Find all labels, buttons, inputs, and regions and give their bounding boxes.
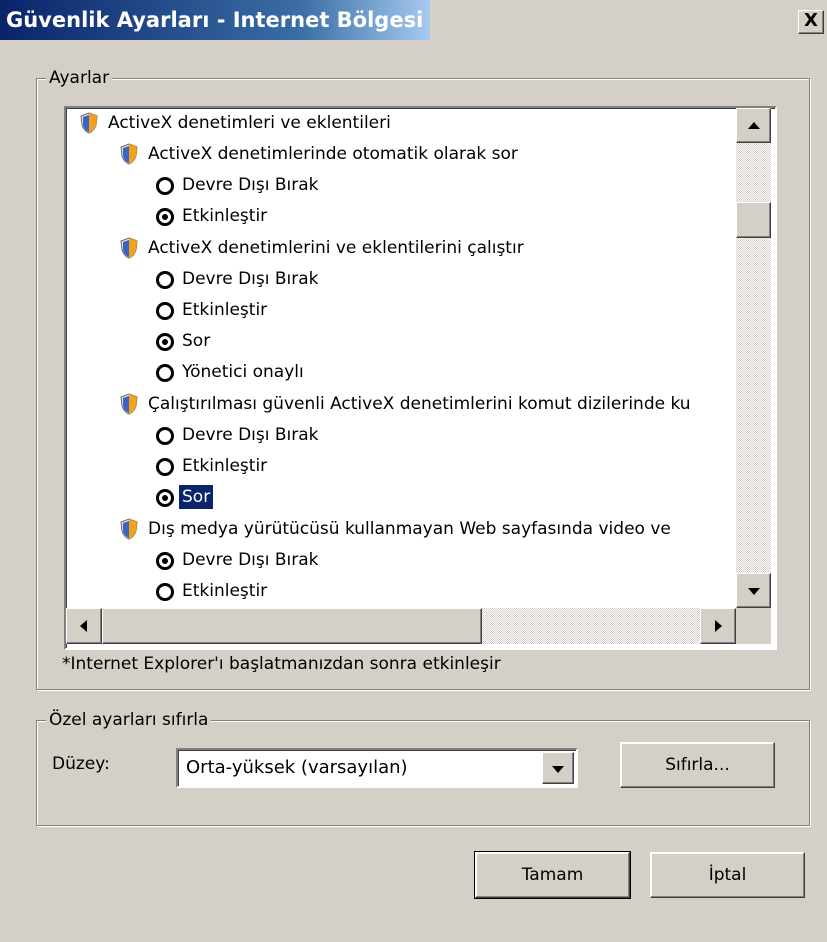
radio-icon [156, 271, 174, 289]
radio-option-label: Etkinleştir [182, 581, 268, 601]
radio-icon [156, 364, 174, 382]
radio-icon [156, 208, 174, 226]
settings-group-legend: Ayarlar [46, 68, 113, 88]
scroll-left-button[interactable] [66, 608, 102, 644]
reset-button[interactable]: Sıfırla... [620, 742, 775, 788]
chevron-down-icon [552, 766, 564, 773]
scroll-thumb[interactable] [736, 202, 771, 238]
radio-option-label: Sor [182, 331, 211, 351]
close-button[interactable]: X [798, 10, 824, 34]
radio-icon [156, 177, 174, 195]
dropdown-button[interactable] [542, 752, 574, 784]
level-label: Düzey: [52, 754, 110, 774]
level-dropdown-value: Orta-yüksek (varsayılan) [186, 757, 408, 778]
horizontal-scrollbar[interactable] [66, 608, 736, 644]
arrow-left-icon [80, 620, 87, 632]
radio-option-label: Etkinleştir [182, 300, 268, 320]
ok-button[interactable]: Tamam [474, 851, 631, 899]
title-bar: Güvenlik Ayarları - Internet Bölgesi X [0, 0, 827, 40]
vertical-scrollbar[interactable] [736, 108, 771, 608]
setting-header-label: ActiveX denetimlerini ve eklentilerini ç… [148, 238, 524, 258]
arrow-up-icon [747, 122, 760, 129]
radio-icon [156, 583, 174, 601]
reset-group-legend: Özel ayarları sıfırla [46, 710, 212, 730]
tree-content: ActiveX denetimleri ve eklentileri Activ… [66, 108, 736, 608]
scroll-down-button[interactable] [736, 573, 771, 608]
scrollbar-corner [736, 608, 771, 644]
level-dropdown[interactable]: Orta-yüksek (varsayılan) [176, 748, 578, 788]
shield-icon [120, 393, 138, 415]
horizontal-scroll-thumb[interactable] [102, 608, 482, 644]
setting-header-label: ActiveX denetimlerinde otomatik olarak s… [148, 144, 518, 164]
scroll-right-button[interactable] [700, 608, 736, 644]
setting-header-label: Çalıştırılması güvenli ActiveX denetimle… [148, 394, 691, 414]
radio-option-label: Sor [179, 485, 214, 509]
arrow-down-icon [747, 588, 760, 595]
arrow-right-icon [715, 620, 722, 632]
radio-option-label: Devre Dışı Bırak [182, 175, 319, 195]
radio-option-label: Etkinleştir [182, 456, 268, 476]
settings-tree[interactable]: ActiveX denetimleri ve eklentileri Activ… [64, 106, 777, 650]
radio-icon [156, 427, 174, 445]
radio-option-label: Etkinleştir [182, 206, 268, 226]
shield-icon [80, 112, 98, 134]
radio-icon [156, 458, 174, 476]
radio-option-label: Yönetici onaylı [182, 362, 304, 382]
radio-option-label: Devre Dışı Bırak [182, 550, 319, 570]
shield-icon [120, 237, 138, 259]
scroll-up-button[interactable] [736, 108, 771, 143]
shield-icon [120, 143, 138, 165]
window-title: Güvenlik Ayarları - Internet Bölgesi [0, 0, 430, 40]
radio-icon [156, 552, 174, 570]
radio-icon [156, 333, 174, 351]
setting-header-label: Dış medya yürütücüsü kullanmayan Web say… [148, 519, 671, 539]
radio-option-label: Devre Dışı Bırak [182, 269, 319, 289]
radio-icon [156, 489, 174, 507]
cancel-button[interactable]: İptal [650, 852, 805, 898]
restart-footnote: *Internet Explorer'ı başlatmanızdan sonr… [62, 654, 501, 674]
radio-option-label: Devre Dışı Bırak [182, 425, 319, 445]
radio-icon [156, 302, 174, 320]
shield-icon [120, 518, 138, 540]
tree-root-label: ActiveX denetimleri ve eklentileri [108, 113, 391, 133]
